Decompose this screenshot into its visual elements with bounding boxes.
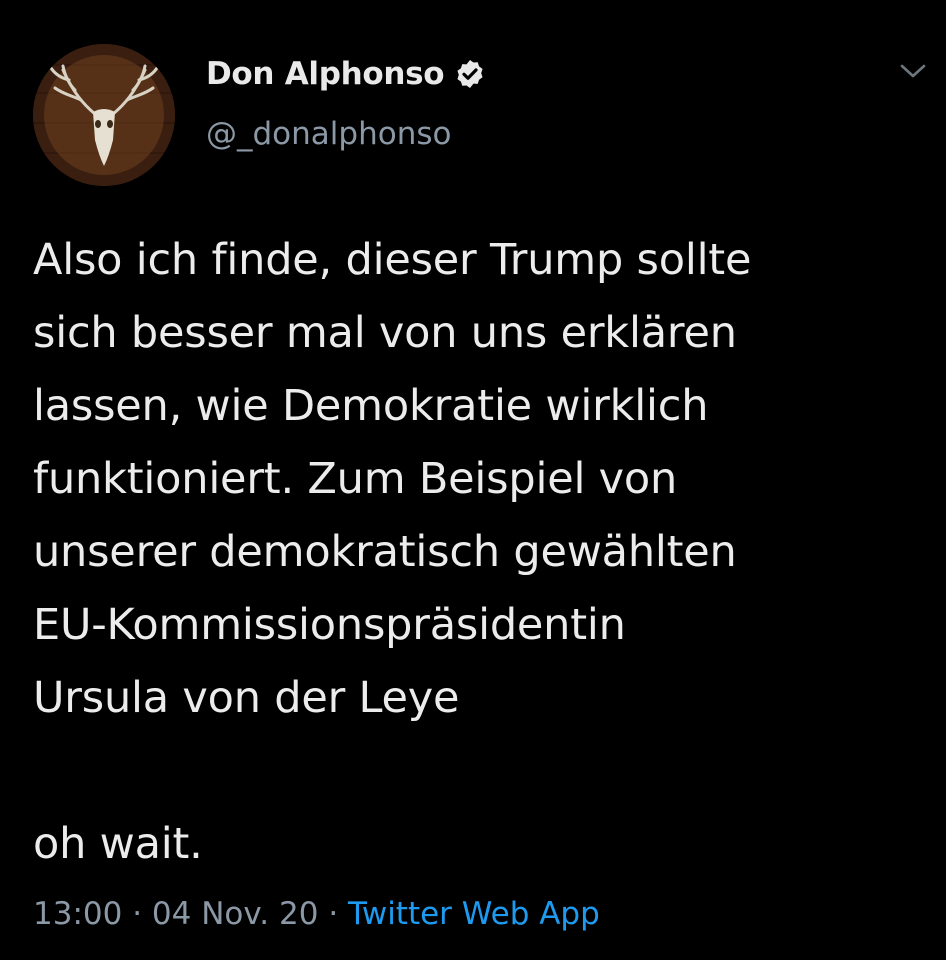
tweet-text-line: Ursula von der Leye bbox=[33, 673, 460, 723]
tweet-time[interactable]: 13:00 bbox=[33, 896, 122, 932]
deer-skull-antlers-icon bbox=[33, 44, 175, 186]
chevron-down-icon[interactable] bbox=[897, 58, 929, 84]
meta-separator: · bbox=[318, 896, 349, 932]
display-name[interactable]: Don Alphonso bbox=[206, 56, 445, 92]
tweet-source-link[interactable]: Twitter Web App bbox=[348, 896, 600, 932]
meta-separator: · bbox=[122, 896, 152, 932]
tweet: Don Alphonso @_donalphonso Also ich find… bbox=[0, 0, 946, 960]
author-handle[interactable]: @_donalphonso bbox=[206, 116, 451, 152]
avatar[interactable] bbox=[33, 44, 175, 186]
tweet-meta: 13:00 · 04 Nov. 20 · Twitter Web App bbox=[33, 896, 600, 932]
tweet-text-line: oh wait. bbox=[33, 819, 203, 869]
tweet-date[interactable]: 04 Nov. 20 bbox=[152, 896, 319, 932]
author-name-row[interactable]: Don Alphonso bbox=[206, 52, 486, 96]
tweet-text-line: Also ich finde, dieser Trump sollte bbox=[33, 235, 752, 285]
tweet-text: Also ich finde, dieser Trump sollte sich… bbox=[33, 224, 933, 881]
tweet-text-line: lassen, wie Demokratie wirklich bbox=[33, 381, 709, 431]
tweet-text-line: unserer demokratisch gewählten bbox=[33, 527, 737, 577]
verified-badge-icon bbox=[454, 58, 486, 90]
tweet-text-line: funktioniert. Zum Beispiel von bbox=[33, 454, 678, 504]
tweet-text-line: sich besser mal von uns erklären bbox=[33, 308, 737, 358]
tweet-text-line: EU-Kommissionspräsidentin bbox=[33, 600, 626, 650]
